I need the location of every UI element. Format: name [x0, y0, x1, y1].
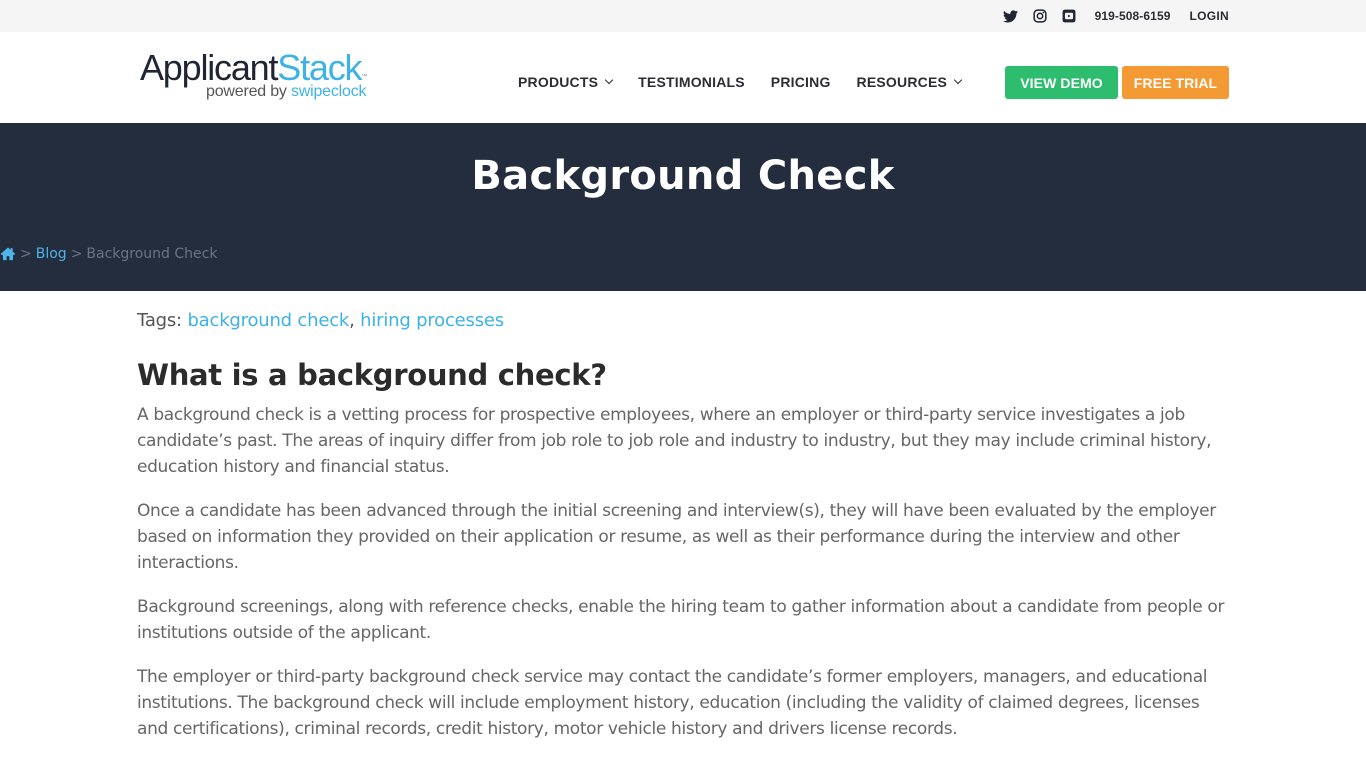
home-icon[interactable] — [0, 246, 16, 262]
nav-testimonials[interactable]: TESTIMONIALS — [638, 74, 745, 90]
main-nav: PRODUCTS TESTIMONIALS PRICING RESOURCES — [518, 74, 987, 90]
page-title: Background Check — [471, 153, 895, 199]
logo-tagline-prefix: powered by — [206, 83, 291, 100]
nav-pricing[interactable]: PRICING — [771, 74, 831, 90]
tags-label: Tags: — [137, 310, 188, 331]
logo-tagline: powered by swipeclock — [206, 83, 367, 101]
section-heading: What is a background check? — [137, 358, 607, 392]
login-link[interactable]: LOGIN — [1190, 9, 1230, 23]
nav-testimonials-label: TESTIMONIALS — [638, 74, 745, 90]
breadcrumb-separator: > — [70, 246, 83, 262]
site-header: ApplicantStack™ powered by swipeclock PR… — [0, 32, 1366, 123]
youtube-icon[interactable] — [1060, 7, 1078, 25]
article-tags: Tags: background check, hiring processes — [137, 310, 504, 331]
breadcrumb-current: Background Check — [86, 246, 218, 262]
page-hero: Background Check > Blog > Background Che… — [0, 123, 1366, 291]
nav-resources-label: RESOURCES — [856, 74, 948, 90]
logo-tagline-brand: swipeclock — [290, 83, 367, 100]
nav-products[interactable]: PRODUCTS — [518, 74, 614, 90]
chevron-down-icon — [604, 75, 614, 85]
breadcrumb-separator: > — [20, 246, 32, 262]
nav-pricing-label: PRICING — [770, 74, 831, 90]
twitter-icon[interactable] — [1002, 7, 1020, 25]
article-paragraph: Background screenings, along with refere… — [137, 597, 1225, 643]
phone-link[interactable]: 919-508-6159 — [1095, 9, 1171, 23]
logo-word-applicant: Applicant — [140, 47, 278, 88]
top-utility-bar: 919-508-6159 LOGIN — [0, 0, 1366, 32]
logo[interactable]: ApplicantStack™ powered by swipeclock — [140, 50, 380, 105]
article-paragraph: A background check is a vetting process … — [137, 405, 1212, 477]
nav-resources[interactable]: RESOURCES — [856, 74, 963, 90]
nav-products-label: PRODUCTS — [518, 74, 599, 90]
free-trial-button[interactable]: FREE TRIAL — [1122, 66, 1229, 99]
tag-separator: , — [349, 310, 361, 331]
article-paragraph: Once a candidate has been advanced throu… — [137, 501, 1216, 573]
logo-word-stack: Stack — [277, 47, 362, 88]
article-paragraph: The employer or third-party background c… — [137, 667, 1208, 739]
logo-trademark: ™ — [361, 74, 368, 80]
chevron-down-icon — [953, 75, 963, 85]
breadcrumb: > Blog > Background Check — [0, 246, 217, 262]
breadcrumb-blog[interactable]: Blog — [36, 246, 67, 262]
tag-link[interactable]: hiring processes — [360, 310, 504, 331]
view-demo-button[interactable]: VIEW DEMO — [1005, 66, 1118, 99]
tag-link[interactable]: background check — [187, 310, 349, 331]
instagram-icon[interactable] — [1031, 7, 1049, 25]
